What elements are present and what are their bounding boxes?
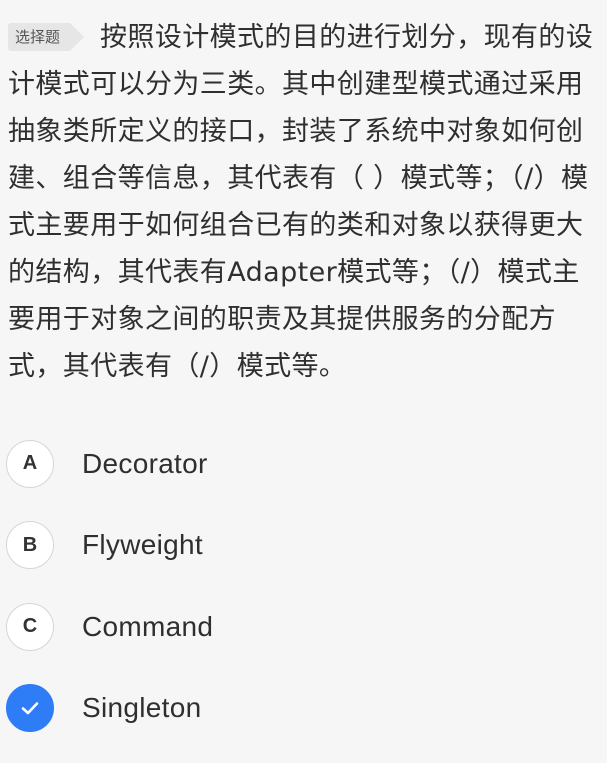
option-b-text: Flyweight [82,529,203,561]
option-d-marker[interactable] [6,684,54,733]
option-b-marker[interactable]: B [6,521,54,570]
check-icon [21,702,39,715]
option-a[interactable]: A Decorator [6,423,596,505]
question-stem: 选择题 按照设计模式的目的进行划分，现有的设计模式可以分为三类。其中创建型模式通过… [8,14,598,390]
option-b-letter: B [22,533,38,556]
options-list: A Decorator B Flyweight C Command Single… [6,423,596,749]
option-a-text: Decorator [82,447,208,479]
option-a-marker[interactable]: A [6,439,54,488]
option-d[interactable]: Singleton [6,668,596,750]
option-d-text: Singleton [82,692,202,724]
option-b[interactable]: B Flyweight [6,505,596,587]
option-c-marker[interactable]: C [6,602,54,651]
option-c[interactable]: C Command [6,586,596,668]
option-c-letter: C [22,615,38,638]
question-text: 按照设计模式的目的进行划分，现有的设计模式可以分为三类。其中创建型模式通过采用抽… [8,22,594,382]
question-type-tag: 选择题 [8,23,85,51]
option-c-text: Command [82,610,214,642]
option-a-letter: A [22,452,38,475]
